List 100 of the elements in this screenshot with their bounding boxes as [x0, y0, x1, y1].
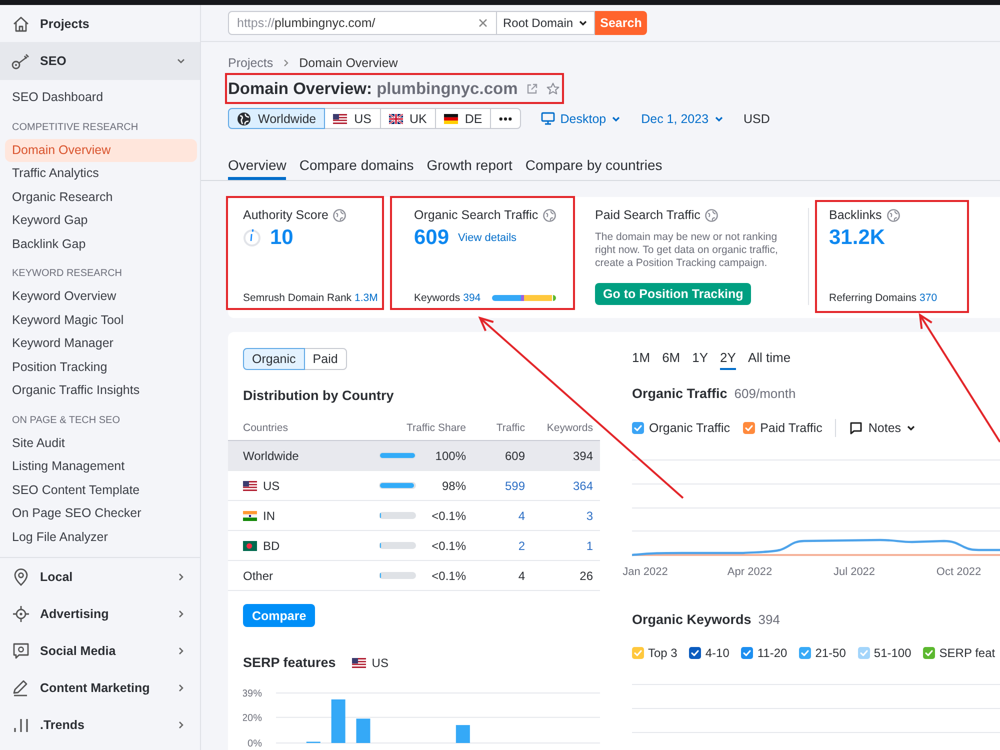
- region-button[interactable]: DE: [434, 108, 492, 129]
- nav-item[interactable]: Projects: [0, 5, 200, 42]
- tab[interactable]: Compare domains: [299, 156, 414, 180]
- nav-link[interactable]: Site Audit: [5, 432, 197, 455]
- checkbox[interactable]: [632, 647, 644, 659]
- traffic-value[interactable]: 4: [466, 508, 525, 522]
- checkbox[interactable]: [923, 647, 936, 659]
- bar: [356, 718, 370, 743]
- toggle-button[interactable]: Organic: [243, 348, 305, 370]
- nav-link[interactable]: Listing Management: [5, 455, 197, 478]
- globe-icon: [886, 208, 900, 222]
- us-flag-icon: [352, 658, 366, 668]
- nav-link[interactable]: Organic Research: [5, 186, 197, 209]
- metric-value[interactable]: 31.2K: [829, 226, 886, 250]
- breadcrumb-link[interactable]: Projects: [228, 55, 274, 71]
- region-button[interactable]: Worldwide: [228, 108, 326, 129]
- device-dropdown[interactable]: Desktop: [541, 112, 622, 126]
- nav-link[interactable]: Backlink Gap: [5, 232, 197, 256]
- period-tab[interactable]: 1Y: [692, 350, 708, 370]
- nav-link[interactable]: SEO Dashboard: [5, 86, 197, 110]
- legend-label: Paid Traffic: [760, 420, 822, 436]
- star-icon[interactable]: [546, 82, 560, 96]
- globe-icon: [333, 208, 346, 222]
- nav-link[interactable]: Keyword Gap: [5, 209, 197, 232]
- x-axis-label: Apr 2022: [726, 565, 774, 579]
- bar: [456, 725, 470, 743]
- page-title: Domain Overview: plumbingnyc.com: [228, 79, 518, 100]
- table-row[interactable]: Other <0.1% 4 26: [228, 561, 600, 591]
- period-tab[interactable]: All time: [748, 350, 791, 370]
- checkbox[interactable]: [632, 422, 644, 434]
- caret-icon: [906, 423, 916, 433]
- checkbox[interactable]: [858, 647, 870, 659]
- checkbox[interactable]: [689, 647, 702, 659]
- more-button[interactable]: [490, 108, 522, 129]
- bangladesh-flag-icon: [243, 540, 257, 550]
- table-row[interactable]: BD <0.1% 2 1: [228, 531, 600, 561]
- section-heading: KEYWORD RESEARCH: [12, 267, 124, 281]
- metric-footer-link[interactable]: 1.3M: [354, 290, 378, 306]
- period-tab[interactable]: 1M: [632, 350, 650, 370]
- nav-item[interactable]: .Trends: [0, 706, 200, 743]
- clear-icon[interactable]: [478, 18, 488, 28]
- region-label: US: [372, 655, 388, 672]
- us-flag-icon: [333, 114, 348, 124]
- nav-link[interactable]: Log File Analyzer: [5, 526, 197, 549]
- chevron-down-icon: [176, 56, 186, 66]
- tab[interactable]: Compare by countries: [525, 156, 662, 180]
- nav-item[interactable]: Local: [0, 558, 200, 595]
- nav-link[interactable]: Traffic Analytics: [5, 162, 197, 186]
- nav-link[interactable]: Organic Traffic Insights: [5, 379, 197, 402]
- metric-value[interactable]: 10: [270, 226, 294, 250]
- nav-link[interactable]: Keyword Manager: [5, 332, 197, 356]
- column-header: Countries: [243, 421, 289, 436]
- keywords-value[interactable]: 3: [525, 508, 593, 522]
- country-name: Other: [243, 568, 274, 582]
- metric-value[interactable]: 609: [414, 226, 450, 250]
- nav-link[interactable]: Position Tracking: [5, 356, 197, 379]
- metric-footer-link[interactable]: 370: [920, 290, 938, 306]
- y-tick-label: 0%: [248, 738, 262, 750]
- external-link-icon[interactable]: [526, 83, 538, 95]
- nav-link[interactable]: Keyword Magic Tool: [5, 308, 197, 332]
- date-dropdown[interactable]: Dec 1, 2023: [641, 112, 724, 126]
- breadcrumb-link[interactable]: Domain Overview: [299, 55, 398, 71]
- nav-item[interactable]: Advertising: [0, 595, 200, 632]
- tab[interactable]: Growth report: [426, 156, 512, 180]
- legend-label: Top 3: [648, 645, 678, 661]
- keyword-count: 394: [758, 612, 780, 627]
- nav-link[interactable]: Keyword Overview: [5, 285, 197, 308]
- country-name: IN: [263, 508, 275, 522]
- nav-item[interactable]: SEO: [0, 42, 200, 80]
- table-row[interactable]: US 98% 599 364: [228, 471, 600, 501]
- legend-label: 11-20: [757, 645, 788, 661]
- region-button[interactable]: US: [324, 108, 380, 129]
- checkbox[interactable]: [743, 422, 756, 434]
- nav-link[interactable]: On Page SEO Checker: [5, 502, 197, 526]
- checkbox[interactable]: [799, 647, 812, 659]
- nav-link[interactable]: SEO Content Template: [5, 478, 197, 502]
- globe-icon: [543, 208, 556, 222]
- section-heading: COMPETITIVE RESEARCH: [12, 120, 140, 134]
- table-row[interactable]: Worldwide 100% 609 394: [228, 441, 600, 471]
- region-button[interactable]: UK: [380, 108, 436, 129]
- column-header: Traffic Share: [405, 421, 466, 436]
- score-ring-icon: [243, 229, 261, 247]
- keywords-value[interactable]: 1: [525, 538, 593, 552]
- period-tab[interactable]: 2Y: [720, 350, 736, 370]
- view-details-link[interactable]: View details: [458, 232, 517, 244]
- share-value: 100%: [434, 448, 466, 462]
- toggle-button[interactable]: Paid: [304, 348, 347, 370]
- notes-dropdown[interactable]: Notes: [849, 420, 916, 436]
- checkbox[interactable]: [741, 647, 754, 659]
- metric-footer-link[interactable]: 394: [463, 290, 481, 306]
- traffic-value[interactable]: 599: [466, 478, 525, 492]
- nav-item[interactable]: Social Media: [0, 632, 200, 669]
- keywords-value[interactable]: 364: [525, 478, 593, 492]
- period-tab[interactable]: 6M: [662, 350, 680, 370]
- tab[interactable]: Overview: [228, 156, 286, 180]
- search-field[interactable]: https://plumbingnyc.com/: [228, 11, 497, 35]
- table-row[interactable]: IN <0.1% 4 3: [228, 501, 600, 531]
- nav-item[interactable]: Content Marketing: [0, 669, 200, 706]
- scope-dropdown[interactable]: Root Domain: [497, 11, 595, 35]
- traffic-value[interactable]: 2: [466, 538, 525, 552]
